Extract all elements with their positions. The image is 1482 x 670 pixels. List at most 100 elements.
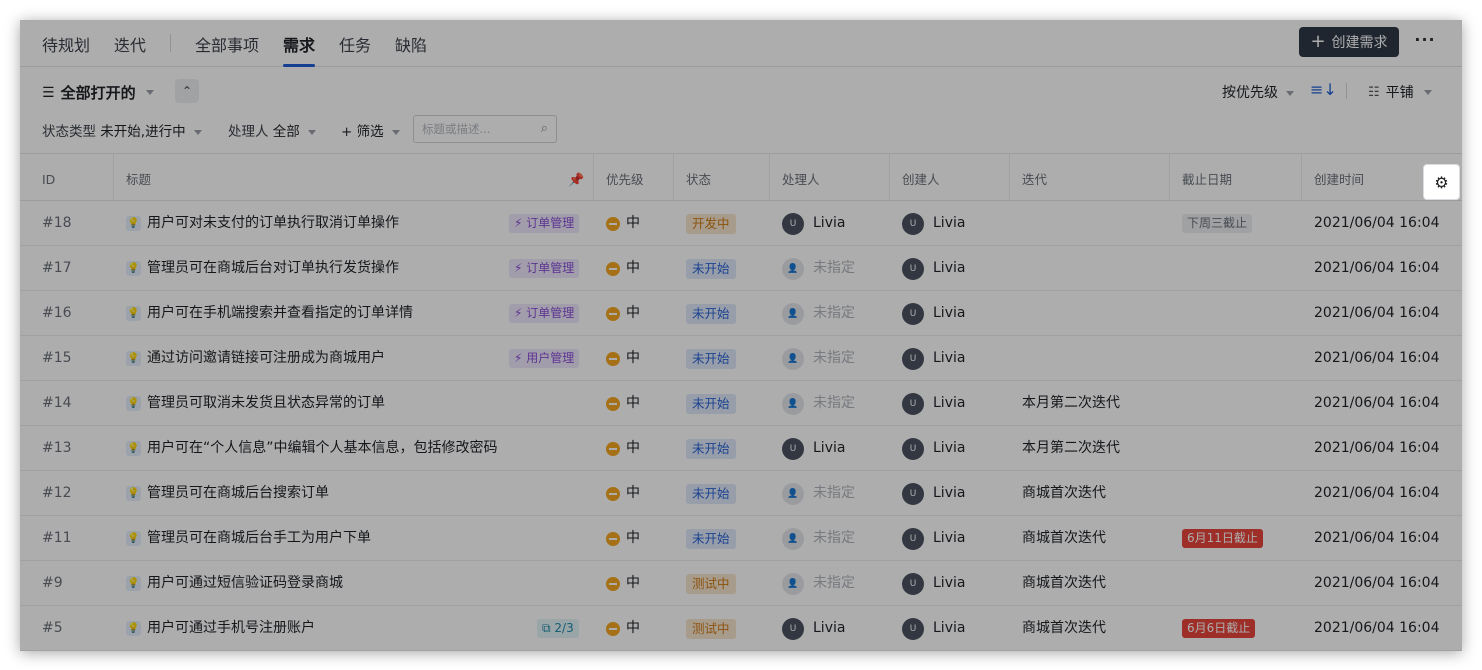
iteration-cell[interactable]: 商城首次迭代 <box>1022 606 1106 651</box>
row-id[interactable]: #17 <box>42 246 72 291</box>
table-row[interactable]: #16 💡 用户可在手机端搜索并查看指定的订单详情 ⚡ 订单管理 中 未开始 👤… <box>20 291 1462 336</box>
priority-cell[interactable]: 中 <box>606 291 640 336</box>
pin-icon[interactable]: 📌 <box>568 173 584 188</box>
assignee-cell[interactable]: 👤 未指定 <box>782 516 855 561</box>
epic-tag[interactable]: ⚡ 订单管理 <box>509 259 580 278</box>
row-title-cell[interactable]: 💡 用户可通过短信验证码登录商城 <box>126 561 343 606</box>
assignee-filter[interactable]: 处理人 全部 <box>228 120 317 140</box>
table-row[interactable]: #5 💡 用户可通过手机号注册账户 ⧉ 2/3 中 测试中 U Livia U … <box>20 606 1462 651</box>
status-badge[interactable]: 未开始 <box>686 529 736 549</box>
row-title-cell[interactable]: 💡 管理员可在商城后台对订单执行发货操作 <box>126 246 399 291</box>
row-title[interactable]: 管理员可在商城后台手工为用户下单 <box>147 516 371 561</box>
iteration-cell[interactable]: 本月第二次迭代 <box>1022 381 1120 426</box>
due-date-badge[interactable]: 6月11日截止 <box>1182 529 1263 548</box>
row-title[interactable]: 用户可对未支付的订单执行取消订单操作 <box>147 201 399 246</box>
row-id[interactable]: #12 <box>42 471 72 516</box>
assignee-cell[interactable]: 👤 未指定 <box>782 561 855 606</box>
add-filter-button[interactable]: + 筛选 <box>341 120 400 140</box>
priority-cell[interactable]: 中 <box>606 606 640 651</box>
column-header-status[interactable]: 状态 <box>686 154 711 200</box>
iteration-cell[interactable]: 商城首次迭代 <box>1022 561 1106 606</box>
iteration-cell[interactable]: 本月第二次迭代 <box>1022 426 1120 471</box>
due-date-badge[interactable]: 6月6日截止 <box>1182 619 1256 638</box>
assignee-cell[interactable]: 👤 未指定 <box>782 246 855 291</box>
row-id[interactable]: #5 <box>42 606 63 651</box>
status-type-filter[interactable]: 状态类型 未开始,进行中 <box>42 120 202 140</box>
search-field[interactable]: ⌕ <box>413 115 557 143</box>
row-title[interactable]: 管理员可在商城后台搜索订单 <box>147 471 329 516</box>
row-id[interactable]: #9 <box>42 561 63 606</box>
assignee-cell[interactable]: 👤 未指定 <box>782 471 855 516</box>
table-row[interactable]: #9 💡 用户可通过短信验证码登录商城 中 测试中 👤 未指定 U Livia … <box>20 561 1462 606</box>
column-header-id[interactable]: ID <box>42 154 55 200</box>
assignee-cell[interactable]: U Livia <box>782 201 845 246</box>
priority-cell[interactable]: 中 <box>606 516 640 561</box>
create-requirement-button[interactable]: + 创建需求 <box>1299 27 1399 57</box>
tab-all-items[interactable]: 全部事项 <box>195 32 259 56</box>
priority-cell[interactable]: 中 <box>606 246 640 291</box>
row-title[interactable]: 用户可在“个人信息”中编辑个人基本信息，包括修改密码 <box>147 426 498 471</box>
assignee-cell[interactable]: 👤 未指定 <box>782 291 855 336</box>
table-row[interactable]: #13 💡 用户可在“个人信息”中编辑个人基本信息，包括修改密码 中 未开始 U… <box>20 426 1462 471</box>
status-badge[interactable]: 未开始 <box>686 259 736 279</box>
row-title[interactable]: 管理员可在商城后台对订单执行发货操作 <box>147 246 399 291</box>
row-title-cell[interactable]: 💡 用户可在“个人信息”中编辑个人基本信息，包括修改密码 <box>126 426 498 471</box>
status-badge[interactable]: 未开始 <box>686 484 736 504</box>
priority-cell[interactable]: 中 <box>606 471 640 516</box>
table-row[interactable]: #14 💡 管理员可取消未发货且状态异常的订单 中 未开始 👤 未指定 U Li… <box>20 381 1462 426</box>
view-selector[interactable]: ☰ 全部打开的 <box>42 82 154 103</box>
tab-iterations[interactable]: 迭代 <box>114 32 146 56</box>
column-header-creator[interactable]: 创建人 <box>902 154 940 200</box>
row-title-cell[interactable]: 💡 用户可通过手机号注册账户 <box>126 606 315 651</box>
row-title-cell[interactable]: 💡 通过访问邀请链接可注册成为商城用户 <box>126 336 385 381</box>
gear-icon[interactable]: ⚙ <box>1424 165 1459 199</box>
status-badge[interactable]: 未开始 <box>686 304 736 324</box>
status-badge[interactable]: 未开始 <box>686 439 736 459</box>
column-header-due-date[interactable]: 截止日期 <box>1182 154 1232 200</box>
table-row[interactable]: #11 💡 管理员可在商城后台手工为用户下单 中 未开始 👤 未指定 U Liv… <box>20 516 1462 561</box>
tab-backlog[interactable]: 待规划 <box>42 32 90 56</box>
column-header-iteration[interactable]: 迭代 <box>1022 154 1047 200</box>
row-id[interactable]: #11 <box>42 516 72 561</box>
assignee-cell[interactable]: U Livia <box>782 426 845 471</box>
row-id[interactable]: #13 <box>42 426 72 471</box>
more-icon[interactable]: ··· <box>1414 30 1436 52</box>
layout-selector[interactable]: ☷ 平铺 <box>1368 82 1432 102</box>
table-row[interactable]: #17 💡 管理员可在商城后台对订单执行发货操作 ⚡ 订单管理 中 未开始 👤 … <box>20 246 1462 291</box>
row-title-cell[interactable]: 💡 管理员可在商城后台搜索订单 <box>126 471 329 516</box>
tab-bugs[interactable]: 缺陷 <box>395 32 427 56</box>
epic-tag[interactable]: ⚡ 订单管理 <box>509 304 580 323</box>
status-badge[interactable]: 测试中 <box>686 619 736 639</box>
tab-tasks[interactable]: 任务 <box>339 32 371 56</box>
row-id[interactable]: #16 <box>42 291 72 336</box>
priority-cell[interactable]: 中 <box>606 201 640 246</box>
collapse-filters-button[interactable]: ⌃ <box>175 79 199 103</box>
row-title-cell[interactable]: 💡 管理员可在商城后台手工为用户下单 <box>126 516 371 561</box>
table-row[interactable]: #12 💡 管理员可在商城后台搜索订单 中 未开始 👤 未指定 U Livia … <box>20 471 1462 516</box>
search-input[interactable] <box>422 120 532 138</box>
assignee-cell[interactable]: 👤 未指定 <box>782 336 855 381</box>
column-header-assignee[interactable]: 处理人 <box>782 154 820 200</box>
table-row[interactable]: #18 💡 用户可对未支付的订单执行取消订单操作 ⚡ 订单管理 中 开发中 U … <box>20 201 1462 246</box>
status-badge[interactable]: 未开始 <box>686 349 736 369</box>
sort-direction-icon[interactable]: ≡↓ <box>1310 80 1337 99</box>
row-id[interactable]: #18 <box>42 201 72 246</box>
column-header-priority[interactable]: 优先级 <box>606 154 644 200</box>
assignee-cell[interactable]: U Livia <box>782 606 845 651</box>
status-badge[interactable]: 未开始 <box>686 394 736 414</box>
status-badge[interactable]: 测试中 <box>686 574 736 594</box>
row-title[interactable]: 用户可通过短信验证码登录商城 <box>147 561 343 606</box>
due-date-badge[interactable]: 下周三截止 <box>1182 214 1253 233</box>
priority-cell[interactable]: 中 <box>606 426 640 471</box>
row-title-cell[interactable]: 💡 用户可对未支付的订单执行取消订单操作 <box>126 201 399 246</box>
iteration-cell[interactable]: 商城首次迭代 <box>1022 471 1106 516</box>
sort-by-selector[interactable]: 按优先级 <box>1222 82 1295 102</box>
row-id[interactable]: #14 <box>42 381 72 426</box>
row-title[interactable]: 用户可通过手机号注册账户 <box>147 606 315 651</box>
table-row[interactable]: #15 💡 通过访问邀请链接可注册成为商城用户 ⚡ 用户管理 中 未开始 👤 未… <box>20 336 1462 381</box>
column-header-title[interactable]: 标题 <box>126 154 151 200</box>
subtask-progress-badge[interactable]: ⧉ 2/3 <box>537 619 579 638</box>
row-title[interactable]: 通过访问邀请链接可注册成为商城用户 <box>147 336 385 381</box>
row-title[interactable]: 用户可在手机端搜索并查看指定的订单详情 <box>147 291 413 336</box>
status-badge[interactable]: 开发中 <box>686 214 736 234</box>
